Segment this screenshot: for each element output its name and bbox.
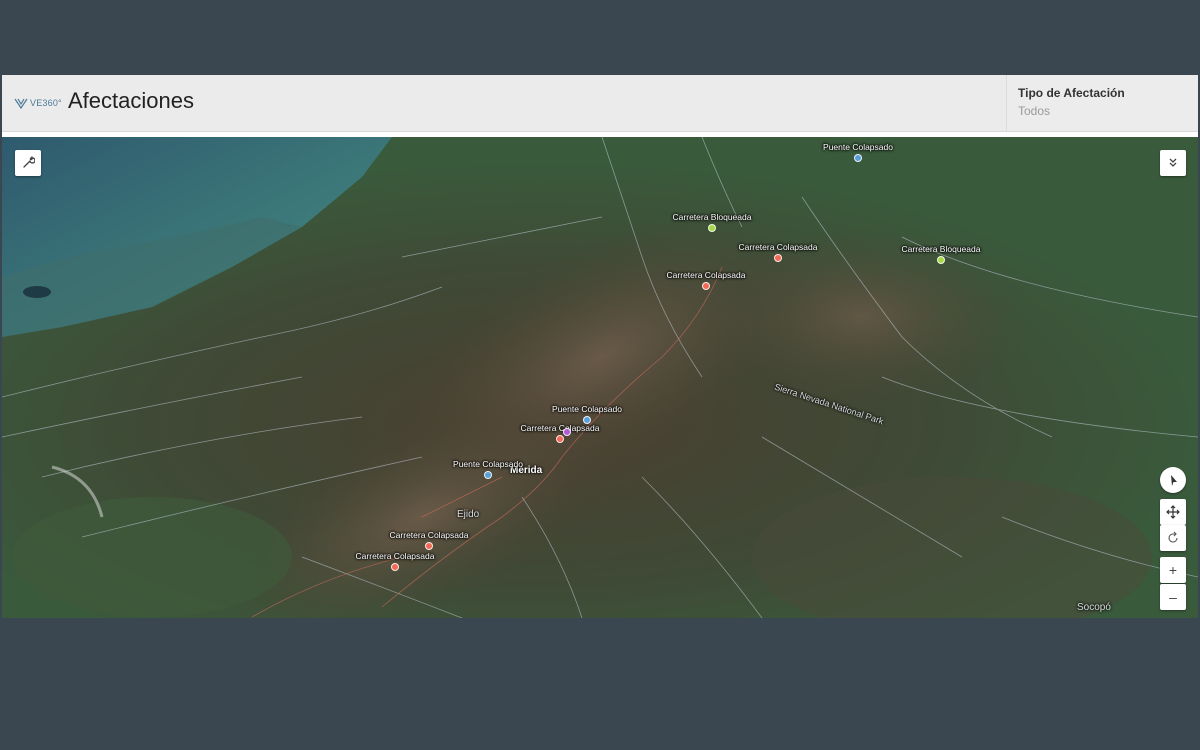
map-marker-puente-colapsado[interactable] — [484, 471, 492, 479]
map-marker-label: Puente Colapsado — [823, 142, 893, 152]
filter-dropdown[interactable]: Tipo de Afectación Todos — [1006, 75, 1198, 131]
pan-button[interactable] — [1160, 499, 1186, 525]
map-marker-label: Carretera Colapsada — [355, 551, 435, 561]
rotate-icon — [1168, 531, 1178, 543]
map-marker-carretera-colapsada[interactable] — [425, 542, 433, 550]
app-window: VE360° Afectaciones Tipo de Afectación T… — [2, 75, 1198, 618]
map-view[interactable]: Mérida Ejido Sierra Nevada National Park… — [2, 137, 1198, 618]
logo-text: VE360° — [30, 98, 62, 108]
map-marker-label: Carretera Colapsada — [520, 423, 600, 433]
place-label-ejido: Ejido — [457, 509, 480, 520]
compass-icon — [1171, 475, 1177, 486]
map-marker-label: Carretera Bloqueada — [901, 244, 981, 254]
map-marker-carretera-colapsada[interactable] — [702, 282, 710, 290]
logo-icon — [14, 98, 28, 109]
wrench-icon — [23, 156, 35, 168]
map-marker-carretera-colapsada[interactable] — [391, 563, 399, 571]
map-marker-label: Carretera Colapsada — [738, 242, 818, 252]
map-marker-label: Carretera Colapsada — [389, 530, 469, 540]
pan-arrows-icon — [1166, 505, 1180, 519]
map-marker-carretera-colapsada[interactable] — [556, 435, 564, 443]
map-marker-puente-colapsado[interactable] — [854, 154, 862, 162]
map-marker-label: Carretera Bloqueada — [672, 212, 752, 222]
filter-label: Tipo de Afectación — [1018, 86, 1125, 100]
place-label-socopo: Socopó — [1077, 602, 1111, 613]
collapse-panel-button[interactable] — [1160, 150, 1186, 176]
map-marker-label: Puente Colapsado — [453, 459, 523, 469]
map-marker-label: Puente Colapsado — [552, 404, 622, 414]
tools-button[interactable] — [15, 150, 41, 176]
map-marker-carretera-bloqueada[interactable] — [708, 224, 716, 232]
page-title: Afectaciones — [68, 88, 194, 113]
rotate-button[interactable] — [1160, 525, 1186, 551]
zoom-out-button[interactable]: – — [1160, 584, 1186, 610]
app-header: VE360° Afectaciones Tipo de Afectación T… — [2, 75, 1198, 132]
map-marker-label: Carretera Colapsada — [666, 270, 746, 280]
terrain-imagery — [2, 137, 1198, 618]
filter-value: Todos — [1018, 104, 1051, 118]
compass-button[interactable] — [1160, 467, 1186, 493]
map-marker-other[interactable] — [563, 428, 571, 436]
zoom-in-button[interactable]: + — [1160, 557, 1186, 583]
map-marker-carretera-bloqueada[interactable] — [937, 256, 945, 264]
double-chevron-down-icon — [1169, 158, 1177, 167]
logo: VE360° — [14, 94, 62, 112]
map-marker-carretera-colapsada[interactable] — [774, 254, 782, 262]
